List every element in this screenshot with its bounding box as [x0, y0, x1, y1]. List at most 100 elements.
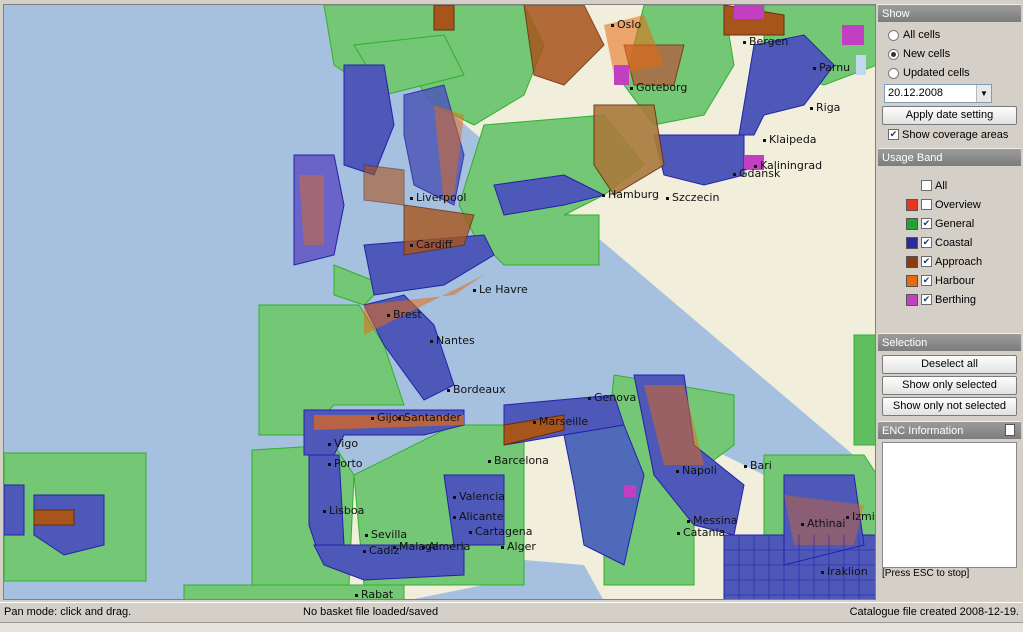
city-label: Cardiff [416, 238, 453, 251]
city-label: Riga [816, 101, 840, 114]
show-only-not-selected-button[interactable]: Show only not selected [882, 397, 1017, 416]
apply-date-button[interactable]: Apply date setting [882, 106, 1017, 125]
usage-band-label: General [935, 217, 975, 230]
usage-band-label: Berthing [935, 293, 976, 306]
show-only-selected-button[interactable]: Show only selected [882, 376, 1017, 395]
radio-updated-cells-indicator[interactable] [888, 68, 899, 79]
city-marker [328, 463, 331, 466]
city-label: Brest [393, 308, 422, 321]
city-marker [733, 173, 736, 176]
usage-band-checkbox[interactable]: ✔ [921, 218, 932, 229]
enc-info-title: ENC Information [878, 421, 1021, 439]
usage-band-swatch [906, 236, 918, 249]
usage-band-checkbox[interactable]: ✔ [921, 237, 932, 248]
city-label: Cadiz [369, 544, 399, 557]
usage-band-swatch [906, 293, 918, 306]
status-catalogue: Catalogue file created 2008-12-19. [849, 606, 1019, 618]
city-marker [398, 417, 401, 420]
city-label: Izmir [852, 510, 876, 523]
city-marker [469, 531, 472, 534]
city-label: Lisboa [329, 504, 364, 517]
radio-all-cells-label: All cells [903, 29, 941, 41]
usage-band-checkbox[interactable]: ✔ [921, 294, 932, 305]
show-coverage-checkbox[interactable]: ✔ [888, 129, 899, 140]
city-marker [453, 496, 456, 499]
city-label: Bergen [749, 35, 788, 48]
usage-all-row[interactable]: All [878, 176, 1021, 195]
chevron-down-icon[interactable]: ▼ [976, 85, 991, 102]
city-label: Catania [683, 526, 725, 539]
enc-info-title-text: ENC Information [882, 425, 964, 437]
city-label: Oslo [617, 18, 641, 31]
city-label: Porto [334, 457, 363, 470]
date-value[interactable]: 20.12.2008 [885, 85, 976, 102]
city-marker [371, 417, 374, 420]
city-marker [410, 197, 413, 200]
city-marker [533, 421, 536, 424]
usage-band-approach[interactable]: ✔ Approach [878, 252, 1021, 271]
city-label: Alger [507, 540, 536, 553]
city-marker [801, 523, 804, 526]
city-marker [763, 139, 766, 142]
usage-band-coastal[interactable]: ✔ Coastal [878, 233, 1021, 252]
usage-band-swatch [906, 255, 918, 268]
city-marker [323, 510, 326, 513]
status-bar: Pan mode: click and drag. No basket file… [0, 602, 1023, 623]
chart-map[interactable]: Oslo Goteborg Parnu Riga Klaipeda Kaliningrad… [3, 4, 876, 600]
deselect-all-button[interactable]: Deselect all [882, 355, 1017, 374]
usage-all-checkbox[interactable] [921, 180, 932, 191]
usage-band-swatch [906, 274, 918, 287]
usage-band-label: Harbour [935, 274, 975, 287]
city-label: Gijon [377, 411, 405, 424]
radio-all-cells-indicator[interactable] [888, 30, 899, 41]
city-marker [387, 314, 390, 317]
usage-band-title: Usage Band [878, 148, 1021, 166]
status-basket: No basket file loaded/saved [303, 606, 439, 618]
city-marker [630, 87, 633, 90]
city-label: Liverpool [416, 191, 466, 204]
city-marker [677, 532, 680, 535]
city-marker [501, 546, 504, 549]
city-label: Nantes [436, 334, 475, 347]
usage-band-label: Coastal [935, 236, 973, 249]
usage-band-swatch [906, 217, 918, 230]
usage-band-checkbox[interactable]: ✔ [921, 256, 932, 267]
city-marker [810, 107, 813, 110]
radio-updated-cells[interactable]: Updated cells [878, 64, 1021, 83]
city-marker [453, 516, 456, 519]
city-marker [602, 194, 605, 197]
city-marker [363, 550, 366, 553]
city-marker [821, 571, 824, 574]
usage-band-checkbox[interactable] [921, 199, 932, 210]
date-field[interactable]: 20.12.2008 ▼ [884, 84, 992, 103]
city-label: Valencia [459, 490, 505, 503]
city-label: Rabat [361, 588, 394, 600]
city-label: Athinai [807, 517, 845, 530]
city-label: Santander [404, 411, 461, 424]
city-label: Marseille [539, 415, 588, 428]
city-marker [422, 546, 425, 549]
city-marker [611, 24, 614, 27]
show-coverage-toggle[interactable]: ✔ Show coverage areas [878, 125, 1021, 144]
usage-band-berthing[interactable]: ✔ Berthing [878, 290, 1021, 309]
show-section-title: Show [878, 4, 1021, 22]
radio-new-cells-indicator[interactable] [888, 49, 899, 60]
city-marker [365, 534, 368, 537]
city-marker [743, 41, 746, 44]
document-icon[interactable] [1005, 424, 1015, 436]
selection-section-title: Selection [878, 333, 1021, 351]
usage-band-checkbox[interactable]: ✔ [921, 275, 932, 286]
usage-all-spacer [906, 180, 918, 192]
side-panel: Show All cells New cells Updated cells 2… [878, 4, 1021, 600]
usage-band-harbour[interactable]: ✔ Harbour [878, 271, 1021, 290]
esc-hint: [Press ESC to stop] [882, 568, 970, 579]
city-label: Genova [594, 391, 636, 404]
radio-new-cells-label: New cells [903, 48, 951, 60]
usage-band-overview[interactable]: Overview [878, 195, 1021, 214]
city-marker [355, 594, 358, 597]
city-label: Le Havre [479, 283, 528, 296]
radio-new-cells[interactable]: New cells [878, 45, 1021, 64]
radio-all-cells[interactable]: All cells [878, 26, 1021, 45]
usage-band-general[interactable]: ✔ General [878, 214, 1021, 233]
city-label: Parnu [819, 61, 850, 74]
